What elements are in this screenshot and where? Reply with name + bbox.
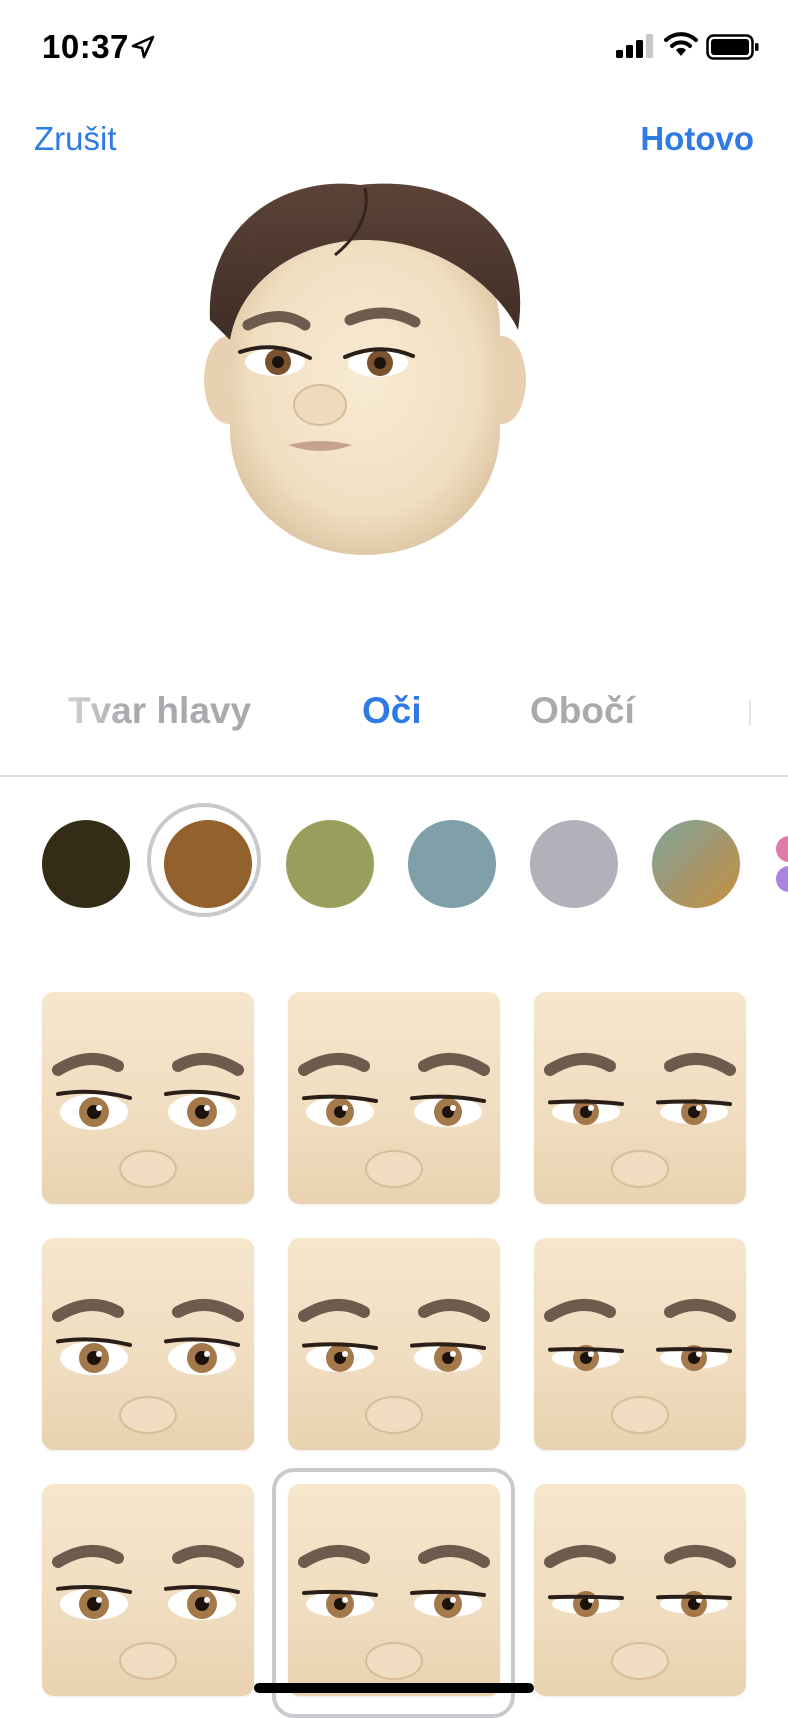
section-divider [0,775,788,777]
eyes-preview-face [298,1052,490,1188]
eyes-style-8[interactable] [288,1484,500,1696]
next-tab-hint [749,700,751,726]
eye-color-partial-purple[interactable] [776,866,788,892]
done-button[interactable]: Hotovo [640,120,754,158]
cancel-button[interactable]: Zrušit [34,120,117,158]
tab-eyebrows[interactable]: Obočí [530,690,635,732]
wifi-icon [664,32,698,56]
eyes-style-7[interactable] [42,1484,254,1696]
eyes-preview-face [52,1298,244,1434]
eyes-preview-face [544,1052,736,1188]
eye-color-dark-brown[interactable] [42,820,130,908]
eyes-style-3[interactable] [534,992,746,1204]
eyes-style-2[interactable] [288,992,500,1204]
eye-color-partial-pink[interactable] [776,836,788,862]
eyes-preview-face [544,1298,736,1434]
eyes-style-5[interactable] [288,1238,500,1450]
home-indicator [254,1683,534,1693]
eye-color-brown[interactable] [164,820,252,908]
eyes-preview-face [298,1544,490,1680]
eyes-preview-face [298,1298,490,1434]
status-time: 10:37 [42,28,129,65]
eyes-preview-face [52,1544,244,1680]
location-arrow-icon [131,35,155,59]
eye-color-grey[interactable] [530,820,618,908]
tab-eyes[interactable]: Oči [362,690,422,732]
eyes-style-4[interactable] [42,1238,254,1450]
battery-icon [706,34,759,60]
memoji-avatar-preview [204,183,526,555]
eyes-style-9[interactable] [534,1484,746,1696]
cellular-signal-icon [616,34,653,58]
eyes-style-1[interactable] [42,992,254,1204]
eye-color-olive[interactable] [286,820,374,908]
tab-scroll-fade [0,680,130,740]
eyes-style-6[interactable] [534,1238,746,1450]
eyes-preview-face [544,1544,736,1680]
eye-color-blue-grey[interactable] [408,820,496,908]
eyes-preview-face [52,1052,244,1188]
eye-color-multicolor[interactable] [652,820,740,908]
